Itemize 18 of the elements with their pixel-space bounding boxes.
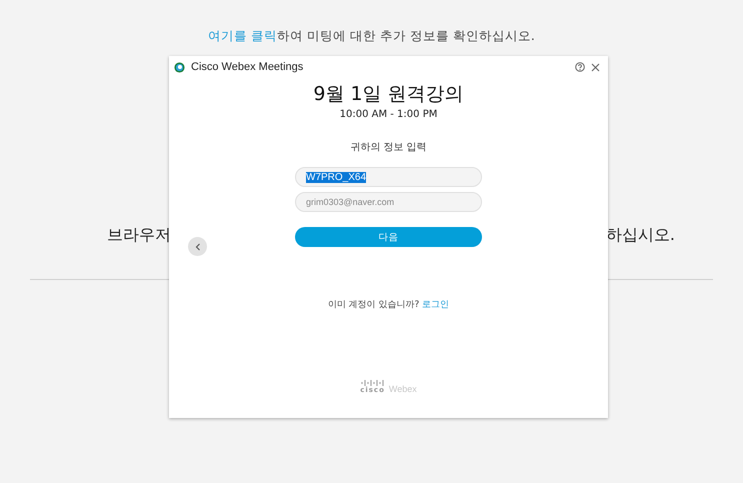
meeting-time: 10:00 AM - 1:00 PM bbox=[340, 109, 438, 120]
account-prompt: 이미 계정이 있습니까? 로그인 bbox=[328, 299, 450, 311]
meeting-title: 9월 1일 원격강의 bbox=[313, 82, 464, 107]
globe-icon bbox=[174, 62, 185, 72]
chevron-left-icon bbox=[194, 242, 200, 250]
close-icon[interactable] bbox=[591, 62, 600, 72]
window-title: Cisco Webex Meetings bbox=[191, 61, 304, 73]
form-heading: 귀하의 정보 입력 bbox=[350, 141, 427, 154]
input-field[interactable]: grim0303@naver.com bbox=[295, 192, 482, 212]
login-link[interactable]: 로그인 bbox=[422, 300, 450, 310]
info-message: 여기를 클릭 하여 미팅에 대한 추가 정보를 확인하십시오. bbox=[207, 27, 536, 45]
page-text: 브라우저 bbox=[107, 225, 171, 246]
input-field[interactable]: W7PRO_X64 bbox=[295, 167, 482, 187]
page-text: 하십시오. bbox=[606, 225, 675, 246]
back-button[interactable] bbox=[188, 237, 207, 256]
next-button[interactable]: 다음 bbox=[295, 227, 482, 247]
help-icon[interactable] bbox=[575, 62, 585, 72]
info-link[interactable]: 여기를 클릭 bbox=[208, 28, 278, 43]
